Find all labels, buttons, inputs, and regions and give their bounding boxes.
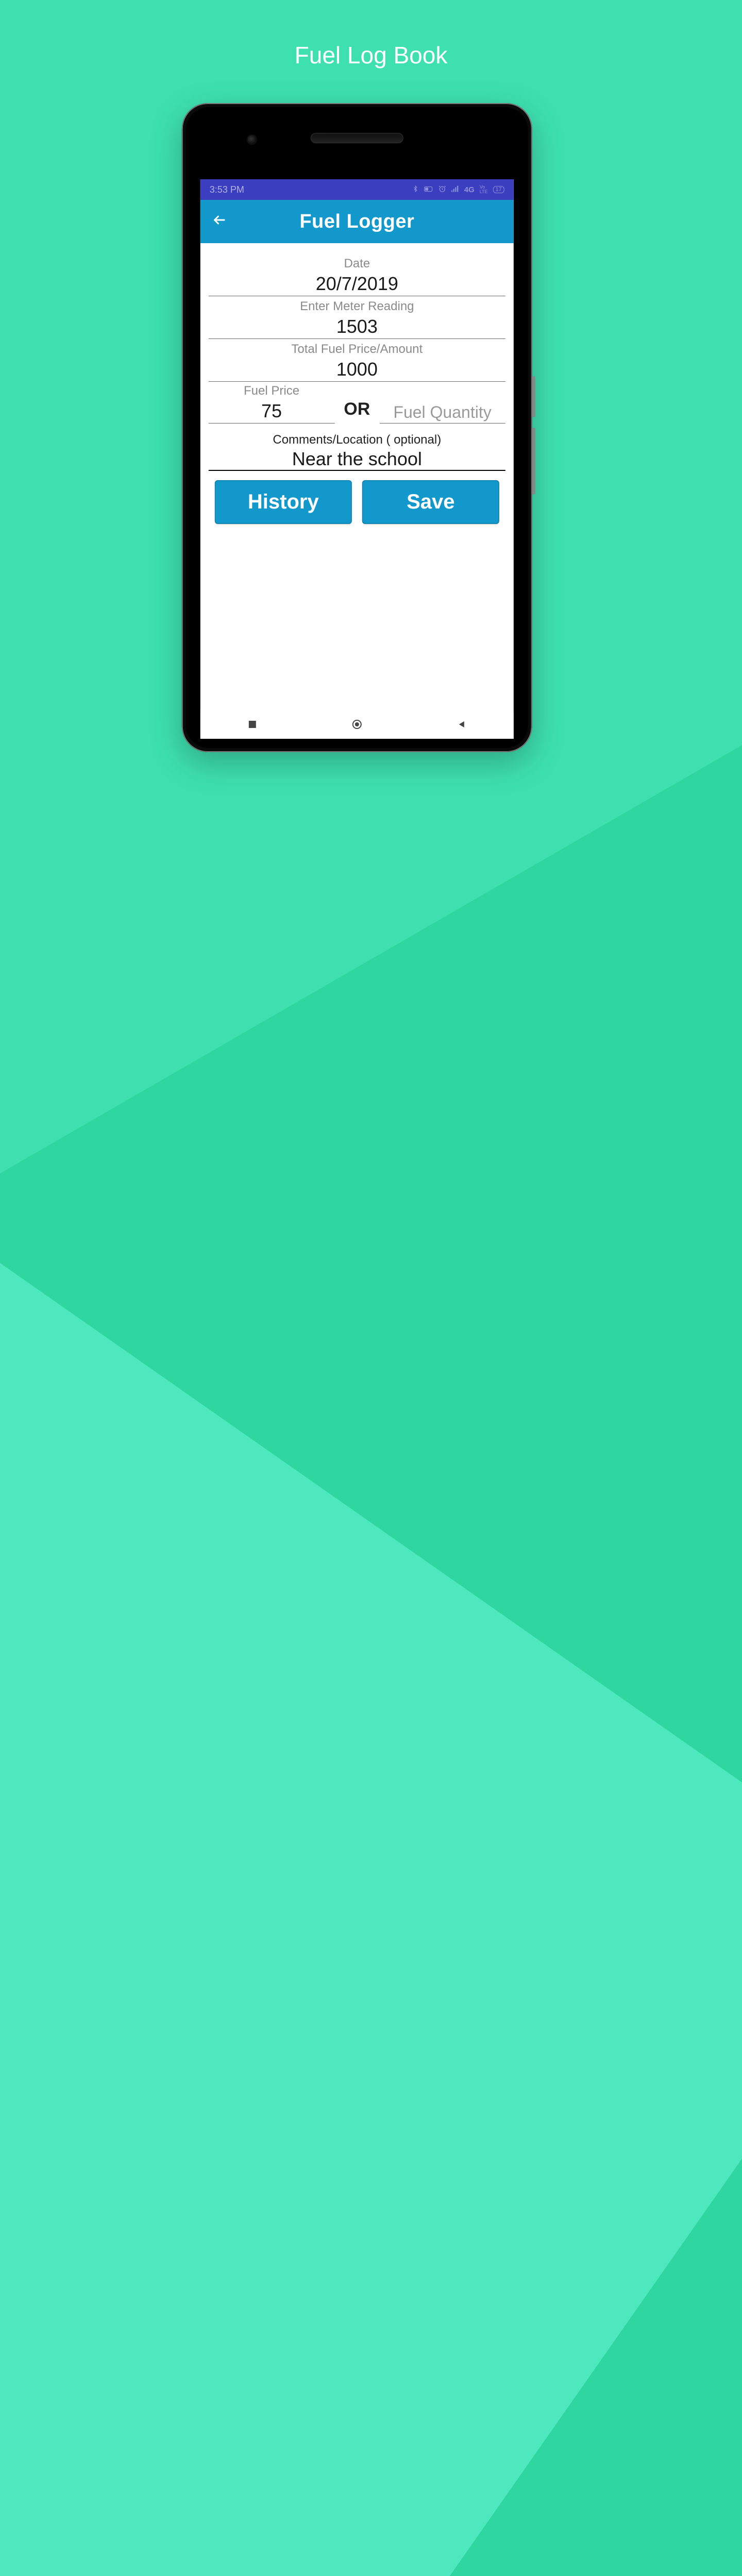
or-separator: OR xyxy=(344,399,370,423)
status-time: 3:53 PM xyxy=(210,184,244,195)
android-nav-bar xyxy=(200,710,514,739)
signal-icon xyxy=(451,185,459,194)
total-amount-input[interactable] xyxy=(209,357,505,382)
comments-input[interactable] xyxy=(209,447,505,471)
back-nav-button[interactable] xyxy=(456,719,466,730)
back-button[interactable] xyxy=(211,213,228,230)
recent-apps-button[interactable] xyxy=(247,719,258,730)
status-icons: 4G VoLTE 17 xyxy=(412,185,504,195)
phone-side-button xyxy=(532,376,535,417)
fuel-price-label: Fuel Price xyxy=(209,384,335,398)
status-bar: 3:53 PM 4G VoLTE 17 xyxy=(200,179,514,200)
date-input[interactable] xyxy=(209,271,505,296)
screen: 3:53 PM 4G VoLTE 17 xyxy=(200,179,514,739)
volte-label: VoLTE xyxy=(480,185,488,194)
home-button[interactable] xyxy=(352,719,362,730)
battery-saver-icon xyxy=(424,185,433,194)
phone-side-button xyxy=(532,428,535,495)
page-title: Fuel Log Book xyxy=(0,41,742,69)
fuel-form: Date Enter Meter Reading Total Fuel Pric… xyxy=(200,243,514,524)
bluetooth-icon xyxy=(412,185,419,195)
alarm-icon xyxy=(439,185,446,195)
fuel-quantity-input[interactable] xyxy=(379,400,505,423)
battery-indicator: 17 xyxy=(493,186,504,193)
app-title: Fuel Logger xyxy=(200,211,514,233)
network-label: 4G xyxy=(464,185,475,194)
history-button[interactable]: History xyxy=(215,480,352,524)
total-label: Total Fuel Price/Amount xyxy=(209,342,505,357)
fuel-price-input[interactable] xyxy=(209,398,335,423)
meter-label: Enter Meter Reading xyxy=(209,299,505,314)
meter-reading-input[interactable] xyxy=(209,314,505,339)
save-button[interactable]: Save xyxy=(362,480,499,524)
phone-speaker xyxy=(311,133,403,143)
date-label: Date xyxy=(209,257,505,271)
phone-bezel: 3:53 PM 4G VoLTE 17 xyxy=(186,107,528,748)
app-bar: Fuel Logger xyxy=(200,200,514,243)
phone-camera xyxy=(248,135,256,144)
comments-label: Comments/Location ( optional) xyxy=(209,433,505,447)
phone-frame: 3:53 PM 4G VoLTE 17 xyxy=(182,103,532,752)
